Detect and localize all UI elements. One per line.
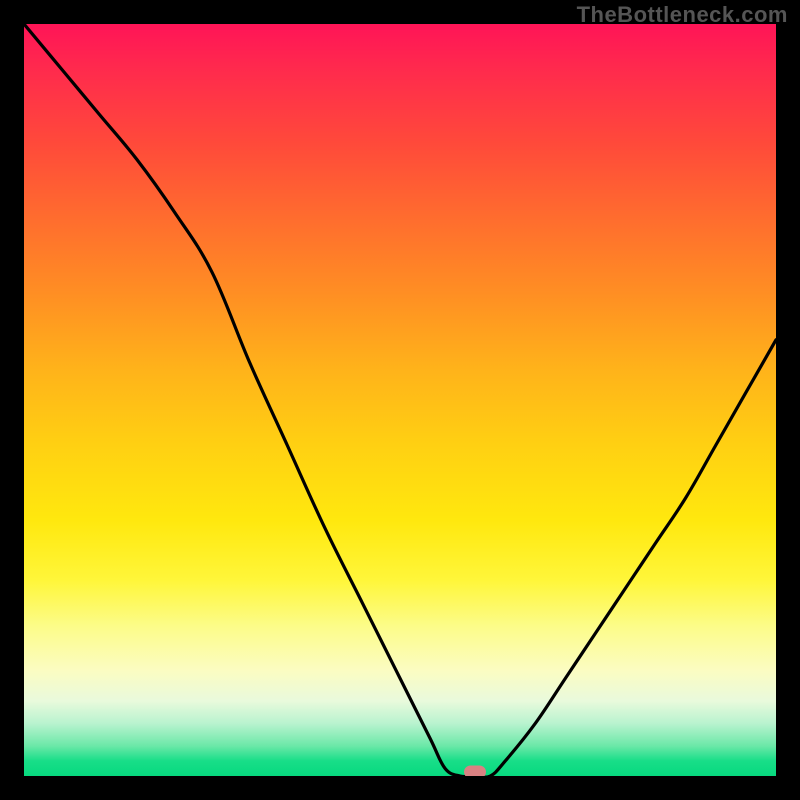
bottleneck-curve: [24, 24, 776, 776]
chart-frame: TheBottleneck.com: [0, 0, 800, 800]
watermark-text: TheBottleneck.com: [577, 2, 788, 28]
optimal-point-marker: [464, 766, 486, 777]
plot-area: [24, 24, 776, 776]
curve-path: [24, 24, 776, 776]
